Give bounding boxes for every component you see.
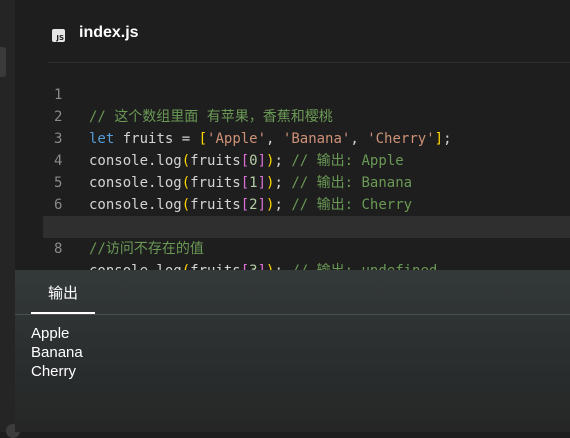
left-rail [0,0,20,438]
code-line-active: 8 console.log(fruits[3]); // 输出: undefin… [43,216,570,279]
code-line: 3 console.log(fruits[0]); // 输出: Apple [15,106,570,169]
js-file-icon: JS [52,29,65,42]
code-editor[interactable]: JS index.js 1 // 这个数组里面 有苹果，香蕉和樱桃 2 let … [15,0,570,279]
tab-output[interactable]: 输出 [31,270,95,314]
code-line: 4 console.log(fruits[1]); // 输出: Banana [15,128,570,191]
code-comment: //访问不存在的值 [89,241,204,257]
code-line: 1 // 这个数组里面 有苹果，香蕉和樱桃 [15,62,570,125]
code-lines: 1 // 这个数组里面 有苹果，香蕉和樱桃 2 let fruits = ['A… [15,62,570,279]
line-number: 8 [54,241,63,257]
code-line: 5 console.log(fruits[2]); // 输出: Cherry [15,150,570,213]
output-line: Apple [31,325,70,342]
output-line: Banana [31,344,83,361]
code-line: 2 let fruits = ['Apple', 'Banana', 'Cher… [15,84,570,147]
file-name-tab[interactable]: index.js [79,24,139,42]
output-line: Cherry [31,363,77,380]
output-panel: 输出 Apple Banana Cherry [15,270,570,432]
tab-output-label: 输出 [48,285,79,302]
code-line: 7 //访问不存在的值 [15,194,570,257]
sidebar-toggle-tab[interactable] [0,47,6,77]
output-divider [15,314,570,315]
code-line: 6 [15,172,570,213]
output-console: Apple Banana Cherry [31,324,83,381]
editor-tab-bar: JS index.js [15,0,570,62]
